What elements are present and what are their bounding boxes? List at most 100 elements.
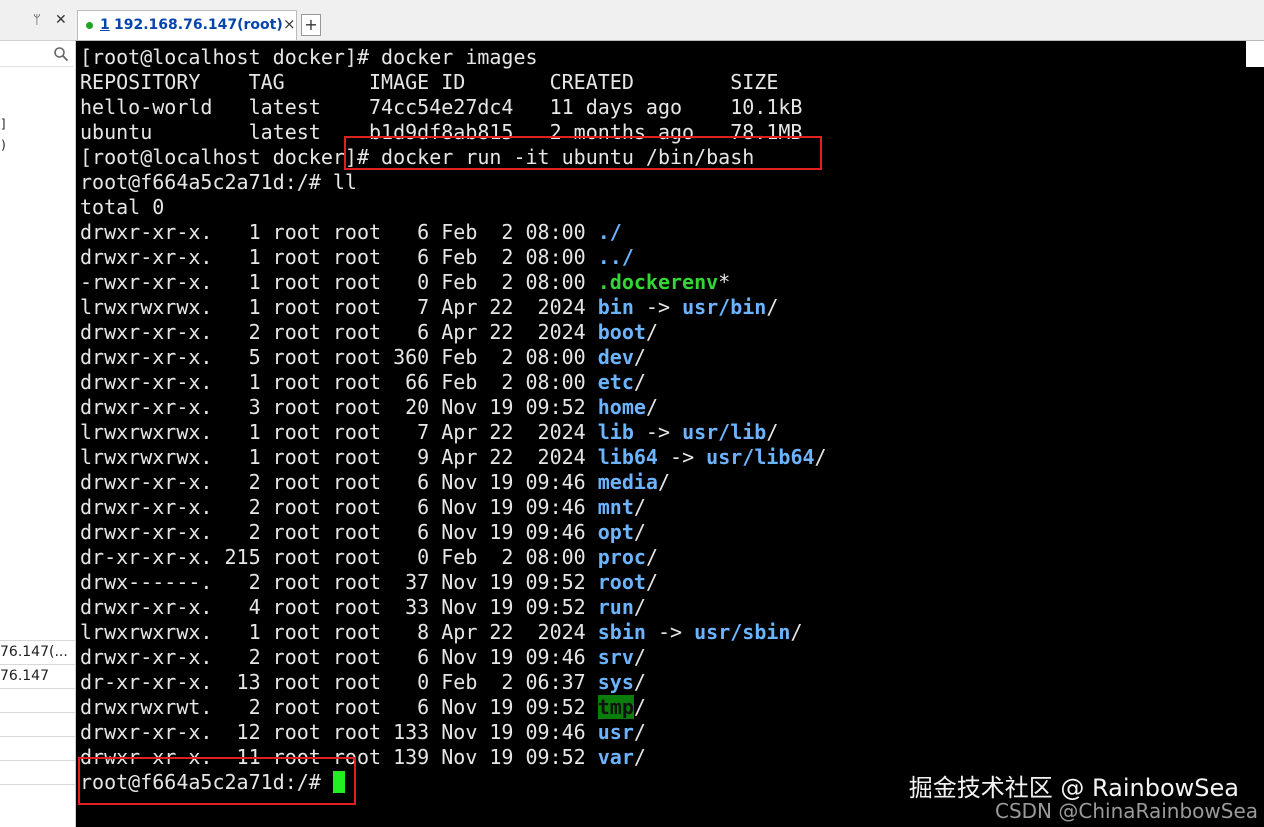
directory-name: run — [597, 595, 634, 619]
terminal-line: hello-world latest 74cc54e27dc4 11 days … — [80, 95, 827, 120]
terminal-text: / — [633, 645, 646, 669]
directory-name: opt — [597, 520, 634, 544]
directory-name: mnt — [597, 495, 634, 519]
session-sidebar: ᛘ ✕ ] ) 76.147(... 76.147 — [0, 0, 76, 827]
terminal-line: drwxr-xr-x. 5 root root 360 Feb 2 08:00 … — [80, 345, 827, 370]
terminal-line: lrwxrwxrwx. 1 root root 9 Apr 22 2024 li… — [80, 445, 827, 470]
terminal-text: drwxr-xr-x. 2 root root 6 Apr 22 2024 — [80, 320, 598, 344]
terminal-text: / — [633, 720, 646, 744]
terminal-text: / — [633, 345, 646, 369]
directory-name: ./ — [597, 220, 622, 244]
terminal-text: drwxr-xr-x. 5 root root 360 Feb 2 08:00 — [80, 345, 598, 369]
directory-name: sbin — [597, 620, 646, 644]
directory-name: etc — [597, 370, 634, 394]
terminal-text: drwxr-xr-x. 2 root root 6 Nov 19 09:46 — [80, 495, 598, 519]
terminal-text: / — [645, 395, 658, 419]
pin-icon[interactable]: ᛘ — [33, 13, 41, 28]
terminal-text: drwxr-xr-x. 4 root root 33 Nov 19 09:52 — [80, 595, 598, 619]
terminal-view[interactable]: [root@localhost docker]# docker images RE… — [76, 41, 1264, 827]
directory-name: dev — [597, 345, 634, 369]
scrollbar[interactable] — [1246, 41, 1264, 67]
terminal-text: drwxr-xr-x. 1 root root 6 Feb 2 08:00 — [80, 245, 598, 269]
terminal-text: drwxr-xr-x. 2 root root 6 Nov 19 09:46 — [80, 470, 598, 494]
terminal-text: / — [790, 620, 803, 644]
session-item-empty[interactable] — [0, 712, 75, 736]
terminal-text: / — [645, 570, 658, 594]
terminal-line: drwx------. 2 root root 37 Nov 19 09:52 … — [80, 570, 827, 595]
terminal-text: -rwxr-xr-x. 1 root root 0 Feb 2 08:00 — [80, 270, 598, 294]
terminal-text: / — [633, 695, 646, 719]
directory-name: usr — [597, 720, 634, 744]
session-search-input[interactable] — [0, 44, 73, 67]
terminal-text: [root@localhost docker]# docker run -it … — [80, 145, 755, 169]
terminal-line: ubuntu latest b1d9df8ab815 2 months ago … — [80, 120, 827, 145]
directory-name: usr/sbin — [694, 620, 791, 644]
terminal-text: / — [633, 595, 646, 619]
terminal-text: / — [633, 670, 646, 694]
terminal-line: drwxr-xr-x. 1 root root 6 Feb 2 08:00 ./ — [80, 220, 827, 245]
session-item-empty[interactable] — [0, 736, 75, 760]
executable-name: .dockerenv — [597, 270, 719, 294]
terminal-line: drwxr-xr-x. 12 root root 133 Nov 19 09:4… — [80, 720, 827, 745]
session-item[interactable]: 76.147 — [0, 664, 75, 688]
watermark-juejin: 掘金技术社区 @ RainbowSea — [908, 774, 1239, 802]
session-item-empty[interactable] — [0, 688, 75, 712]
terminal-text: drwxr-xr-x. 1 root root 66 Feb 2 08:00 — [80, 370, 598, 394]
directory-name: usr/bin — [682, 295, 767, 319]
terminal-text: dr-xr-xr-x. 13 root root 0 Feb 2 06:37 — [80, 670, 598, 694]
sidebar-header: ᛘ ✕ — [0, 0, 75, 41]
terminal-text: / — [633, 495, 646, 519]
terminal-text: dr-xr-xr-x. 215 root root 0 Feb 2 08:00 — [80, 545, 598, 569]
terminal-line: drwxr-xr-x. 1 root root 6 Feb 2 08:00 ..… — [80, 245, 827, 270]
terminal-line: dr-xr-xr-x. 215 root root 0 Feb 2 08:00 … — [80, 545, 827, 570]
terminal-line: drwxrwxrwt. 2 root root 6 Nov 19 09:52 t… — [80, 695, 827, 720]
directory-name: bin — [597, 295, 634, 319]
terminal-text: / — [766, 295, 779, 319]
session-item-empty[interactable] — [0, 784, 75, 808]
terminal-text: REPOSITORY TAG IMAGE ID CREATED SIZE — [80, 70, 779, 94]
terminal-text: / — [633, 745, 646, 769]
directory-name: ../ — [597, 245, 634, 269]
tab-session[interactable]: 1 192.168.76.147(root) × — [77, 10, 297, 40]
terminal-text: ubuntu latest b1d9df8ab815 2 months ago … — [80, 120, 803, 144]
terminal-output: [root@localhost docker]# docker images RE… — [80, 45, 827, 795]
terminal-line: root@f664a5c2a71d:/# — [80, 770, 827, 795]
terminal-cursor — [332, 771, 345, 793]
tab-bar: 1 192.168.76.147(root) × + — [75, 0, 1264, 41]
terminal-line: drwxr-xr-x. 11 root root 139 Nov 19 09:5… — [80, 745, 827, 770]
terminal-text: / — [645, 320, 658, 344]
terminal-text: -> — [645, 620, 695, 644]
terminal-line: [root@localhost docker]# docker images — [80, 45, 827, 70]
terminal-text: root@f664a5c2a71d:/# ll — [80, 170, 357, 194]
directory-name: sys — [597, 670, 634, 694]
terminal-text: lrwxrwxrwx. 1 root root 7 Apr 22 2024 — [80, 420, 598, 444]
terminal-text: drwxr-xr-x. 11 root root 139 Nov 19 09:5… — [80, 745, 598, 769]
terminal-text: / — [657, 470, 671, 494]
terminal-line: lrwxrwxrwx. 1 root root 8 Apr 22 2024 sb… — [80, 620, 827, 645]
terminal-line: lrwxrwxrwx. 1 root root 7 Apr 22 2024 li… — [80, 420, 827, 445]
directory-name: home — [597, 395, 646, 419]
sidebar-fragment: ) — [0, 138, 8, 152]
terminal-text: total 0 — [80, 195, 165, 219]
directory-name: boot — [597, 320, 646, 344]
session-item-empty[interactable] — [0, 760, 75, 784]
watermark-csdn: CSDN @ChinaRainbowSea — [995, 799, 1258, 823]
close-icon[interactable]: ✕ — [55, 12, 67, 28]
directory-name: lib64 — [597, 445, 658, 469]
tab-number: 1 — [100, 17, 110, 33]
terminal-text: [root@localhost docker]# docker images — [80, 45, 538, 69]
directory-name: proc — [597, 545, 646, 569]
search-icon[interactable] — [53, 46, 69, 62]
session-item[interactable]: 76.147(... — [0, 640, 75, 664]
directory-name: var — [597, 745, 634, 769]
terminal-line: root@f664a5c2a71d:/# ll — [80, 170, 827, 195]
terminal-text: drwxrwxrwt. 2 root root 6 Nov 19 09:52 — [80, 695, 598, 719]
tab-close-icon[interactable]: × — [283, 15, 296, 33]
terminal-text: drwxr-xr-x. 2 root root 6 Nov 19 09:46 — [80, 645, 598, 669]
terminal-text: lrwxrwxrwx. 1 root root 7 Apr 22 2024 — [80, 295, 598, 319]
terminal-text: root@f664a5c2a71d:/# — [80, 770, 333, 794]
terminal-line: drwxr-xr-x. 2 root root 6 Nov 19 09:46 m… — [80, 470, 827, 495]
terminal-line: lrwxrwxrwx. 1 root root 7 Apr 22 2024 bi… — [80, 295, 827, 320]
terminal-line: [root@localhost docker]# docker run -it … — [80, 145, 827, 170]
new-tab-button[interactable]: + — [301, 14, 321, 36]
